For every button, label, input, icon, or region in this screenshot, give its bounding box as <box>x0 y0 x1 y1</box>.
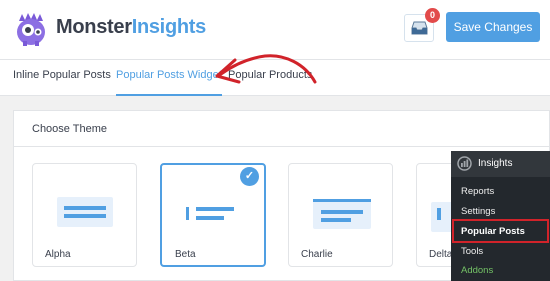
wp-menu-item-settings[interactable]: Settings <box>461 206 495 217</box>
inbox-icon <box>411 21 428 35</box>
save-changes-button[interactable]: Save Changes <box>446 12 540 42</box>
annotation-arrow-icon <box>215 54 317 84</box>
charlie-layout-icon <box>313 199 371 229</box>
panel-header: Choose Theme <box>14 111 550 147</box>
wp-menu-item-addons[interactable]: Addons <box>461 265 493 276</box>
panel-title: Choose Theme <box>32 123 108 135</box>
alpha-layout-icon <box>57 197 113 227</box>
theme-name: Beta <box>175 249 196 260</box>
brand-name-part-1: Monster <box>56 16 132 38</box>
insights-menu-icon <box>457 156 472 171</box>
wp-menu-item-tools[interactable]: Tools <box>461 246 483 257</box>
theme-card-alpha[interactable]: Alpha <box>32 163 137 267</box>
theme-name: Alpha <box>45 249 71 260</box>
brand-name-part-2: Insights <box>131 16 207 38</box>
theme-card-charlie[interactable]: Charlie <box>288 163 393 267</box>
brand-name: MonsterInsights <box>56 16 206 39</box>
wp-admin-submenu: Insights Reports Settings Popular Posts … <box>451 151 550 281</box>
selected-check-icon: ✓ <box>240 167 259 186</box>
wp-menu-title: Insights <box>478 158 513 169</box>
tab-inline-popular-posts[interactable]: Inline Popular Posts <box>13 68 111 96</box>
notification-count-badge: 0 <box>425 8 440 23</box>
wp-menu-header[interactable]: Insights <box>451 151 550 177</box>
theme-name: Charlie <box>301 249 333 260</box>
theme-name: Delta <box>429 249 453 260</box>
wp-menu-item-reports[interactable]: Reports <box>461 186 494 197</box>
annotation-highlight-box <box>452 219 549 243</box>
beta-layout-icon <box>186 207 234 220</box>
monster-logo-icon <box>17 13 45 46</box>
